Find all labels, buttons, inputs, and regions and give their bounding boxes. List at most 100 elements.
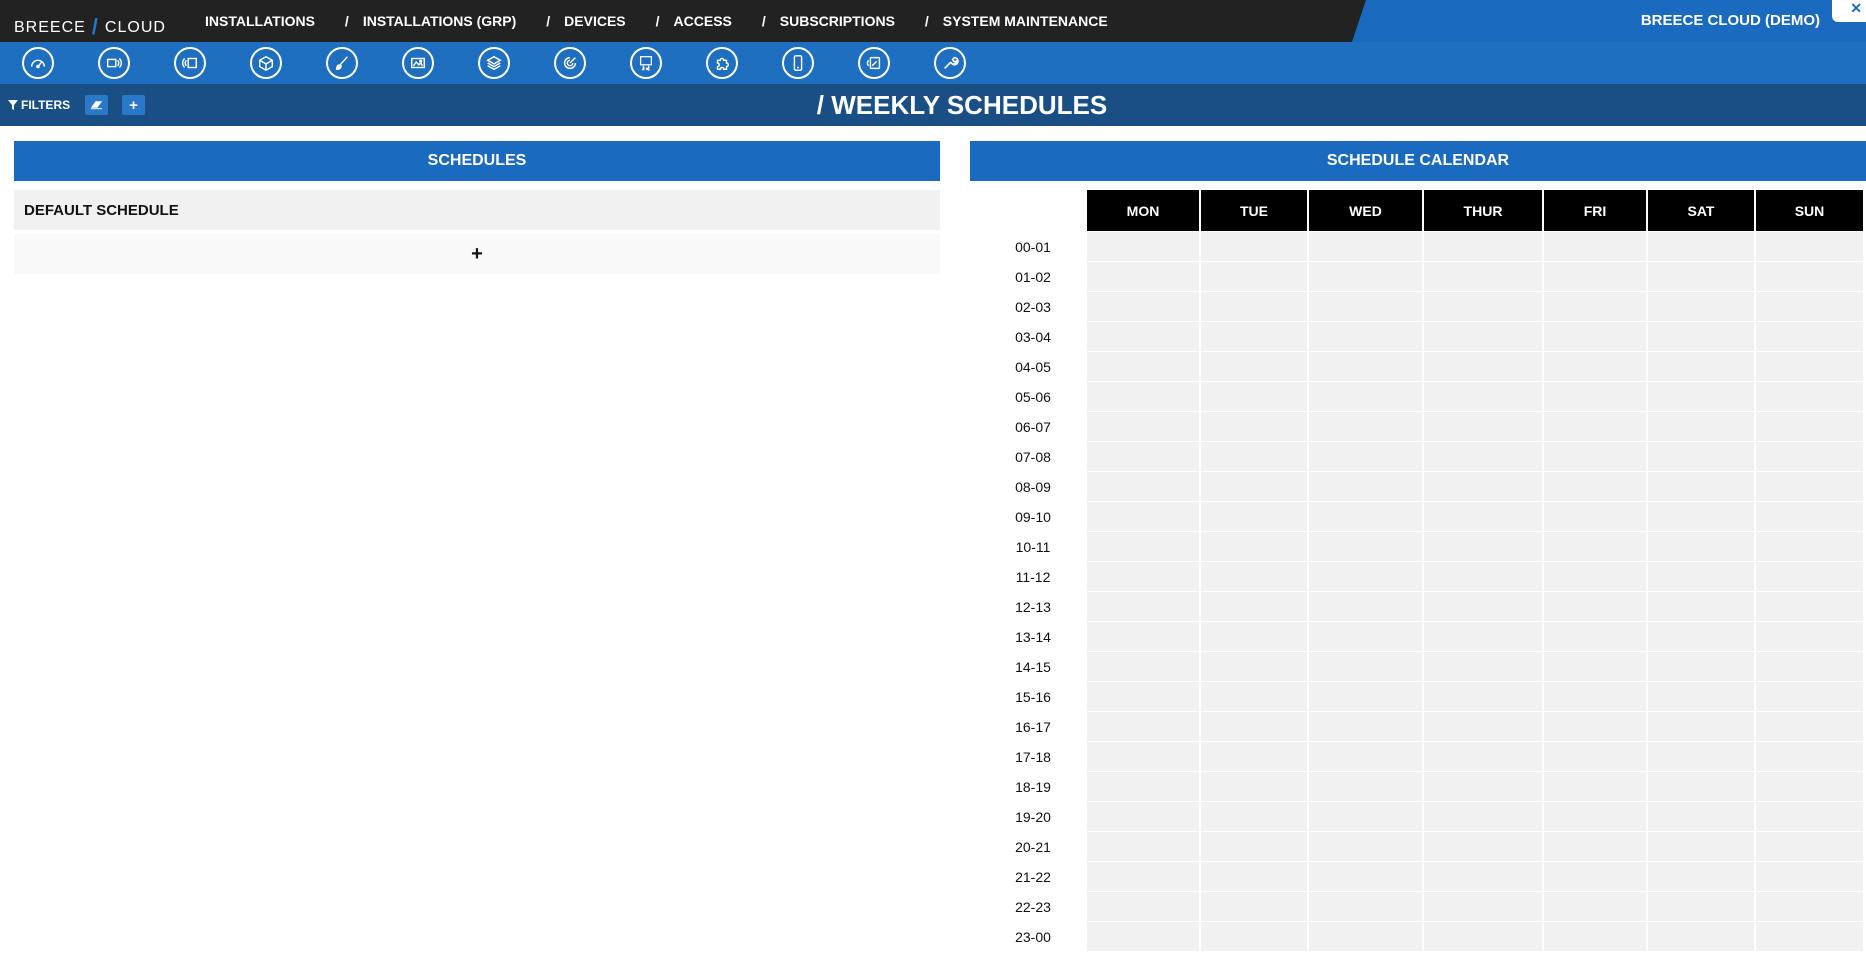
calendar-cell-tue[interactable] xyxy=(1201,322,1307,351)
calendar-cell-sun[interactable] xyxy=(1756,892,1863,921)
calendar-cell-mon[interactable] xyxy=(1087,832,1199,861)
calendar-cell-wed[interactable] xyxy=(1309,832,1422,861)
calendar-cell-sat[interactable] xyxy=(1648,622,1754,651)
puzzle-icon[interactable] xyxy=(706,47,738,79)
calendar-cell-thur[interactable] xyxy=(1424,412,1542,441)
calendar-cell-mon[interactable] xyxy=(1087,622,1199,651)
calendar-cell-tue[interactable] xyxy=(1201,592,1307,621)
calendar-cell-fri[interactable] xyxy=(1544,802,1646,831)
calendar-cell-wed[interactable] xyxy=(1309,382,1422,411)
calendar-cell-sun[interactable] xyxy=(1756,262,1863,291)
calendar-cell-fri[interactable] xyxy=(1544,712,1646,741)
calendar-cell-mon[interactable] xyxy=(1087,442,1199,471)
calendar-cell-fri[interactable] xyxy=(1544,592,1646,621)
nav-installations-grp[interactable]: INSTALLATIONS (GRP) xyxy=(363,13,516,29)
brush-icon[interactable] xyxy=(326,47,358,79)
calendar-cell-sun[interactable] xyxy=(1756,772,1863,801)
calendar-cell-fri[interactable] xyxy=(1544,892,1646,921)
calendar-cell-sun[interactable] xyxy=(1756,352,1863,381)
nav-subscriptions[interactable]: SUBSCRIPTIONS xyxy=(780,13,895,29)
calendar-cell-wed[interactable] xyxy=(1309,502,1422,531)
calendar-cell-fri[interactable] xyxy=(1544,382,1646,411)
calendar-cell-fri[interactable] xyxy=(1544,262,1646,291)
calendar-cell-mon[interactable] xyxy=(1087,532,1199,561)
calendar-cell-sun[interactable] xyxy=(1756,442,1863,471)
calendar-cell-mon[interactable] xyxy=(1087,892,1199,921)
calendar-cell-thur[interactable] xyxy=(1424,442,1542,471)
phone-icon[interactable] xyxy=(782,47,814,79)
calendar-cell-sun[interactable] xyxy=(1756,472,1863,501)
calendar-cell-mon[interactable] xyxy=(1087,802,1199,831)
calendar-cell-sun[interactable] xyxy=(1756,802,1863,831)
calendar-cell-tue[interactable] xyxy=(1201,862,1307,891)
calendar-cell-wed[interactable] xyxy=(1309,352,1422,381)
calendar-cell-wed[interactable] xyxy=(1309,562,1422,591)
dashboard-icon[interactable] xyxy=(22,47,54,79)
calendar-cell-sun[interactable] xyxy=(1756,382,1863,411)
calendar-cell-sat[interactable] xyxy=(1648,292,1754,321)
calendar-cell-thur[interactable] xyxy=(1424,322,1542,351)
calendar-cell-sat[interactable] xyxy=(1648,922,1754,951)
calendar-cell-sat[interactable] xyxy=(1648,652,1754,681)
calendar-cell-thur[interactable] xyxy=(1424,682,1542,711)
calendar-cell-sat[interactable] xyxy=(1648,382,1754,411)
calendar-cell-mon[interactable] xyxy=(1087,232,1199,261)
calendar-cell-fri[interactable] xyxy=(1544,562,1646,591)
calendar-cell-mon[interactable] xyxy=(1087,862,1199,891)
calendar-cell-tue[interactable] xyxy=(1201,622,1307,651)
calendar-cell-tue[interactable] xyxy=(1201,802,1307,831)
calendar-cell-thur[interactable] xyxy=(1424,772,1542,801)
calendar-cell-mon[interactable] xyxy=(1087,652,1199,681)
calendar-cell-tue[interactable] xyxy=(1201,892,1307,921)
calendar-cell-tue[interactable] xyxy=(1201,712,1307,741)
calendar-cell-sat[interactable] xyxy=(1648,802,1754,831)
calendar-cell-sat[interactable] xyxy=(1648,862,1754,891)
calendar-cell-sun[interactable] xyxy=(1756,532,1863,561)
calendar-cell-wed[interactable] xyxy=(1309,922,1422,951)
calendar-cell-thur[interactable] xyxy=(1424,622,1542,651)
calendar-cell-fri[interactable] xyxy=(1544,742,1646,771)
calendar-cell-fri[interactable] xyxy=(1544,532,1646,561)
calendar-cell-sun[interactable] xyxy=(1756,712,1863,741)
add-schedule-button[interactable]: + xyxy=(14,234,940,274)
cast-icon[interactable] xyxy=(174,47,206,79)
calendar-cell-sun[interactable] xyxy=(1756,682,1863,711)
calendar-cell-mon[interactable] xyxy=(1087,352,1199,381)
calendar-cell-thur[interactable] xyxy=(1424,532,1542,561)
calendar-cell-tue[interactable] xyxy=(1201,652,1307,681)
calendar-cell-sat[interactable] xyxy=(1648,682,1754,711)
calendar-cell-tue[interactable] xyxy=(1201,562,1307,591)
calendar-cell-tue[interactable] xyxy=(1201,382,1307,411)
calendar-cell-sat[interactable] xyxy=(1648,742,1754,771)
calendar-cell-mon[interactable] xyxy=(1087,562,1199,591)
calendar-cell-mon[interactable] xyxy=(1087,412,1199,441)
calendar-cell-sat[interactable] xyxy=(1648,502,1754,531)
nav-devices[interactable]: DEVICES xyxy=(564,13,625,29)
layers-icon[interactable] xyxy=(478,47,510,79)
calendar-cell-sat[interactable] xyxy=(1648,712,1754,741)
calendar-cell-mon[interactable] xyxy=(1087,382,1199,411)
calendar-cell-sat[interactable] xyxy=(1648,352,1754,381)
wrench-icon[interactable] xyxy=(934,47,966,79)
calendar-cell-mon[interactable] xyxy=(1087,592,1199,621)
calendar-cell-fri[interactable] xyxy=(1544,922,1646,951)
calendar-cell-fri[interactable] xyxy=(1544,652,1646,681)
calendar-cell-wed[interactable] xyxy=(1309,412,1422,441)
calendar-cell-wed[interactable] xyxy=(1309,892,1422,921)
calendar-cell-sun[interactable] xyxy=(1756,652,1863,681)
calendar-cell-mon[interactable] xyxy=(1087,922,1199,951)
calendar-cell-sat[interactable] xyxy=(1648,232,1754,261)
calendar-cell-wed[interactable] xyxy=(1309,682,1422,711)
calendar-cell-fri[interactable] xyxy=(1544,832,1646,861)
calendar-cell-wed[interactable] xyxy=(1309,442,1422,471)
calendar-cell-sun[interactable] xyxy=(1756,592,1863,621)
calendar-cell-fri[interactable] xyxy=(1544,622,1646,651)
calendar-cell-wed[interactable] xyxy=(1309,232,1422,261)
clear-filters-button[interactable] xyxy=(85,95,108,115)
nav-installations[interactable]: INSTALLATIONS xyxy=(205,13,315,29)
calendar-cell-sun[interactable] xyxy=(1756,832,1863,861)
calendar-cell-wed[interactable] xyxy=(1309,712,1422,741)
calendar-cell-sat[interactable] xyxy=(1648,262,1754,291)
calendar-cell-fri[interactable] xyxy=(1544,322,1646,351)
calendar-cell-thur[interactable] xyxy=(1424,292,1542,321)
